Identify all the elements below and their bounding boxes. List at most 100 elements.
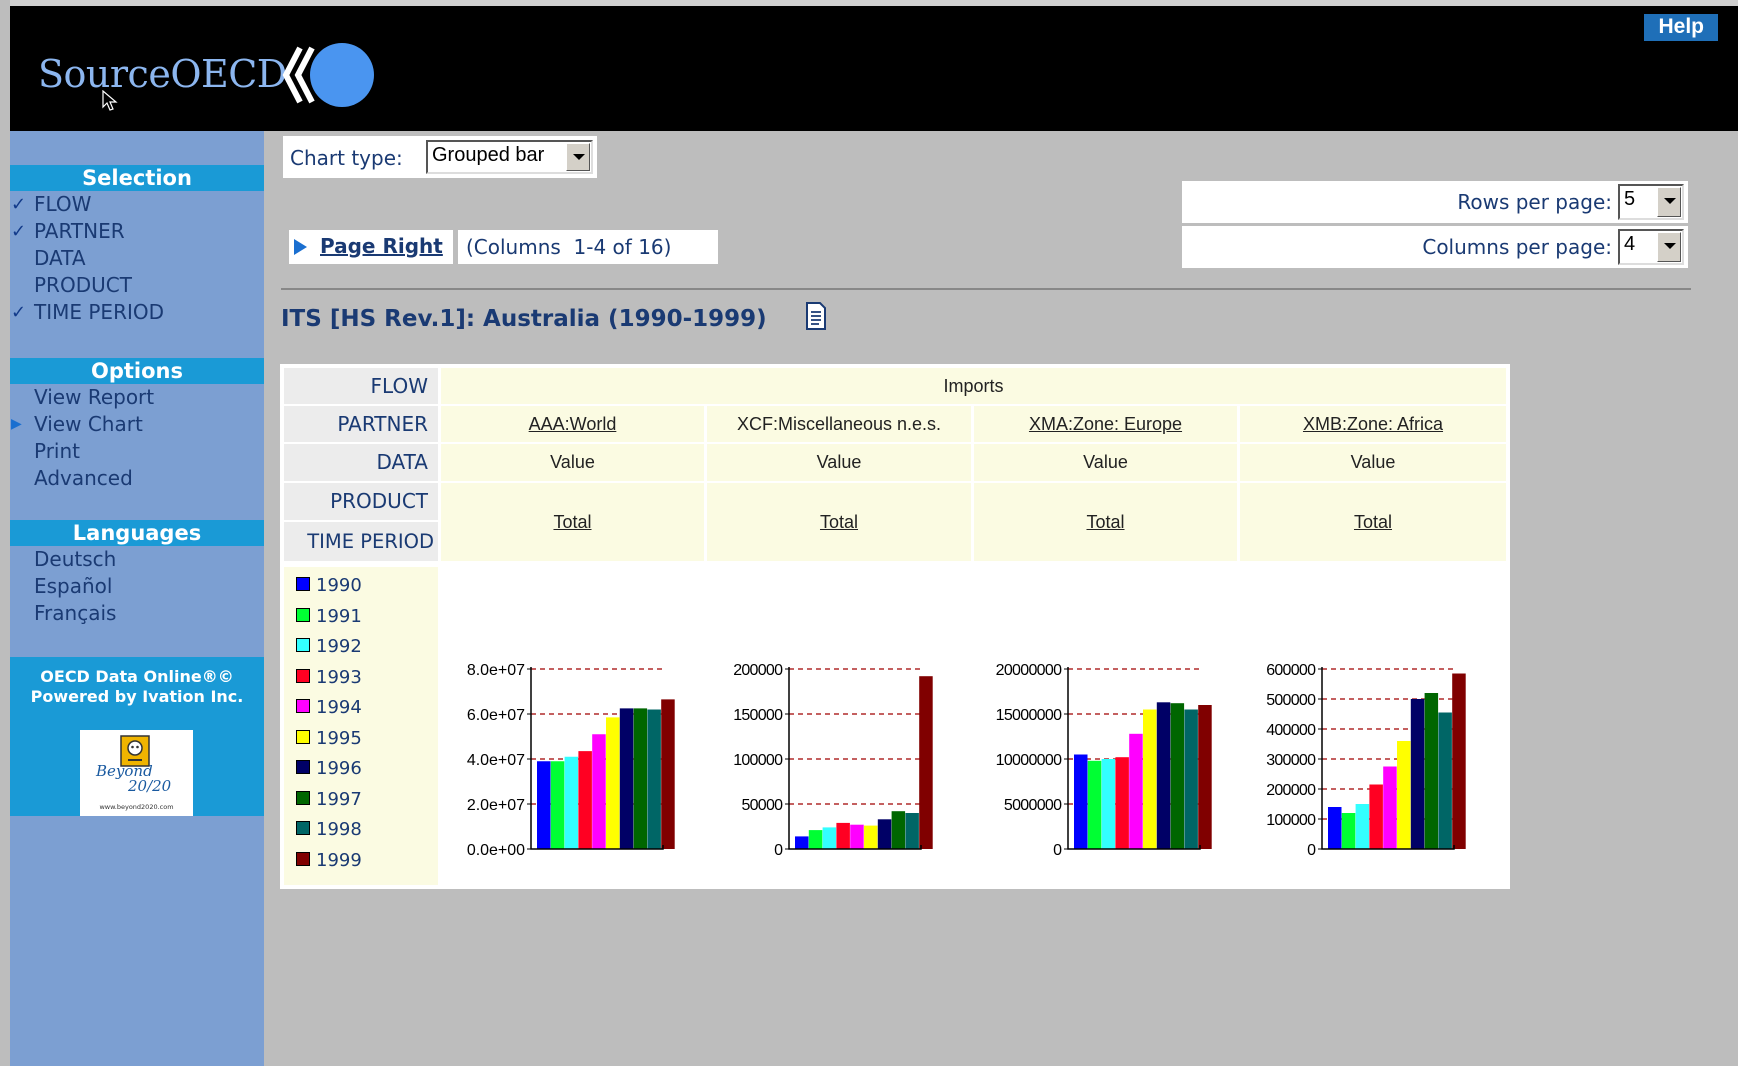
bar-1993 — [1115, 757, 1129, 849]
product-link[interactable]: Total — [820, 512, 858, 532]
header-bar: SourceOECD Help — [10, 6, 1738, 131]
chart-type-control: Chart type: Grouped bar — [283, 136, 597, 178]
chart-type-select[interactable]: Grouped bar — [426, 140, 593, 174]
legend-label: 1990 — [316, 575, 362, 596]
rows-per-page-label: Rows per page: — [1457, 190, 1612, 214]
bar-1997 — [1170, 703, 1185, 849]
option-view-chart[interactable]: ▶ View Chart — [10, 411, 264, 438]
legend-swatch — [296, 577, 310, 591]
bar-1996 — [619, 708, 634, 849]
oecd-logo-icon — [282, 43, 374, 107]
bar-1992 — [822, 827, 837, 849]
y-tick-label: 200000 — [733, 662, 783, 679]
legend-label: 1991 — [316, 605, 362, 627]
selection-item-partner[interactable]: ✓ PARTNER — [10, 218, 264, 245]
bar-1990 — [1074, 754, 1088, 849]
rows-per-page-control: Rows per page: 5 — [1182, 181, 1688, 223]
page-right-link[interactable]: Page Right — [320, 234, 443, 258]
beyond-logo-text-2: 20/20 — [128, 777, 172, 795]
option-view-report[interactable]: View Report — [10, 384, 264, 411]
product-link[interactable]: Total — [553, 512, 591, 532]
selection-item-product[interactable]: PRODUCT — [10, 272, 264, 299]
selection-item-time-period[interactable]: ✓ TIME PERIOD — [10, 299, 264, 326]
bar-1991 — [808, 830, 823, 849]
dim-label-partner: PARTNER — [284, 406, 438, 442]
bar-1996 — [877, 819, 892, 849]
legend-swatch — [296, 699, 310, 713]
y-tick-label: 150000 — [733, 707, 783, 724]
bar-1998 — [1438, 712, 1452, 849]
sidebar-item-label: PARTNER — [34, 219, 125, 243]
chevron-down-icon[interactable] — [1657, 232, 1681, 262]
y-tick-label: 0 — [1053, 842, 1062, 859]
bar-1995 — [606, 717, 620, 849]
bar-1997 — [633, 708, 648, 849]
legend-swatch — [296, 668, 310, 683]
language-espanol[interactable]: Español — [10, 573, 264, 600]
beyond-logo-url: www.beyond2020.com — [99, 803, 174, 811]
y-tick-label: 500000 — [1266, 692, 1316, 709]
legend-swatch — [296, 729, 310, 744]
bar-1999 — [1452, 673, 1466, 849]
bar-1995 — [1143, 709, 1157, 849]
rows-per-page-select[interactable]: 5 — [1618, 184, 1684, 220]
bar-1990 — [1328, 807, 1342, 849]
partner-cell: XMB:Zone: Africa — [1240, 406, 1506, 442]
chevron-down-icon[interactable] — [1657, 187, 1681, 217]
selection-item-data[interactable]: DATA — [10, 245, 264, 272]
partner-link[interactable]: AAA:World — [529, 414, 617, 434]
bar-1998 — [905, 813, 919, 849]
dim-label-flow: FLOW — [284, 368, 438, 404]
selection-item-flow[interactable]: ✓ FLOW — [10, 191, 264, 218]
bar-1999 — [661, 699, 675, 849]
product-cell: Total — [1240, 483, 1506, 561]
bar-1991 — [550, 761, 565, 849]
legend-label: 1996 — [316, 758, 362, 779]
y-tick-label: 600000 — [1266, 662, 1316, 679]
powered-line-2: Powered by Ivation Inc. — [30, 687, 244, 706]
legend-label: 1999 — [316, 849, 362, 871]
option-advanced[interactable]: Advanced — [10, 465, 264, 492]
chart-type-label: Chart type: — [290, 146, 403, 170]
bar-1997 — [891, 811, 906, 849]
bar-1993 — [578, 751, 592, 849]
play-arrow-icon[interactable] — [294, 239, 307, 255]
product-link[interactable]: Total — [1086, 512, 1124, 532]
bar-1995 — [1397, 741, 1411, 849]
bar-1998 — [647, 709, 661, 849]
bar-1994 — [592, 734, 606, 849]
sidebar-item-label: TIME PERIOD — [34, 300, 164, 324]
beyond-2020-logo[interactable]: Beyond 20/20 www.beyond2020.com — [80, 730, 193, 816]
columns-per-page-select[interactable]: 4 — [1618, 229, 1684, 265]
bar-1993 — [836, 822, 850, 849]
bar-1999 — [1198, 705, 1212, 849]
legend-label: 1995 — [316, 727, 362, 749]
columns-range-text: (Columns 1-4 of 16) — [466, 235, 672, 259]
product-link[interactable]: Total — [1354, 512, 1392, 532]
option-print[interactable]: Print — [10, 438, 264, 465]
languages-heading: Languages — [10, 520, 264, 546]
bar-1992 — [564, 756, 579, 849]
chevron-down-icon[interactable] — [566, 143, 590, 171]
window-left-border — [0, 0, 10, 1066]
y-tick-label: 8.0e+07 — [467, 662, 525, 679]
columns-info-box: (Columns 1-4 of 16) — [458, 230, 718, 264]
legend-label: 1994 — [316, 697, 362, 718]
columns-per-page-value: 4 — [1624, 233, 1636, 255]
sidebar-item-label: PRODUCT — [34, 273, 132, 297]
language-francais[interactable]: Français — [10, 600, 264, 627]
document-notes-icon[interactable] — [805, 302, 827, 330]
language-deutsch[interactable]: Deutsch — [10, 546, 264, 573]
sidebar-item-label: DATA — [34, 246, 86, 270]
help-button[interactable]: Help — [1644, 14, 1718, 41]
checkmark-icon: ✓ — [11, 194, 27, 215]
product-cell: Total — [974, 483, 1237, 561]
powered-line-1: OECD Data Online®© — [40, 667, 234, 686]
chart-xma-europe: 0 5000000 10000000 15000000 20000000 — [996, 662, 1212, 859]
report-table: FLOW PARTNER DATA PRODUCT TIME PERIOD Im… — [280, 364, 1510, 889]
partner-link[interactable]: XMB:Zone: Africa — [1303, 414, 1443, 434]
partner-link[interactable]: XMA:Zone: Europe — [1029, 414, 1182, 434]
divider — [281, 288, 1691, 290]
sourceoecd-logo-text[interactable]: SourceOECD — [38, 52, 287, 96]
bar-1997 — [1424, 693, 1439, 849]
